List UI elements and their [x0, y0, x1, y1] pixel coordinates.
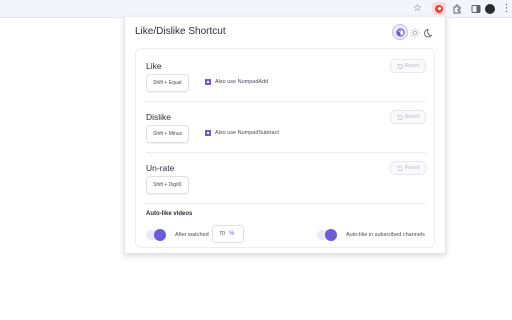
reset-icon: [397, 63, 403, 69]
star-icon[interactable]: ☆: [412, 3, 423, 14]
browser-toolbar: ☆ ⋮: [0, 0, 512, 18]
more-vert-icon[interactable]: ⋮: [501, 3, 512, 14]
side-panel-icon[interactable]: [470, 3, 481, 14]
theme-mode-switcher: [392, 24, 436, 40]
percent-value: 70: [219, 231, 226, 237]
extension-popup: Like/Dislike Shortcut Like Reset Shift +…: [124, 17, 446, 254]
moon-icon[interactable]: [423, 26, 435, 38]
dislike-shortcut-input[interactable]: Shift + Minus: [146, 125, 190, 143]
popup-title: Like/Dislike Shortcut: [135, 26, 226, 37]
like-reset-button[interactable]: Reset: [390, 59, 426, 73]
after-watched-toggle[interactable]: [146, 229, 166, 241]
auto-like-title: Auto-like videos: [146, 211, 193, 217]
like-shortcut-input[interactable]: Shift + Equal: [146, 74, 189, 92]
after-watched-label: After watched: [175, 232, 209, 238]
subscribed-toggle[interactable]: [317, 229, 337, 241]
toggle-knob: [154, 229, 166, 241]
unrate-reset-button[interactable]: Reset: [390, 161, 426, 175]
subscribed-label: Auto-like in subscribed channels: [346, 232, 425, 238]
dislike-numpad-label: Also use NumpadSubtract: [215, 130, 279, 136]
toggle-knob: [325, 229, 337, 241]
divider: [146, 152, 426, 153]
like-reset-label: Reset: [404, 63, 420, 69]
like-numpad-option[interactable]: Also use NumpadAdd: [205, 79, 268, 85]
percent-input[interactable]: 70 %: [212, 225, 244, 243]
divider: [146, 101, 426, 102]
unrate-title: Un-rate: [146, 163, 175, 173]
dislike-reset-label: Reset: [404, 114, 420, 120]
dislike-reset-button[interactable]: Reset: [390, 110, 426, 124]
dislike-title: Dislike: [146, 112, 172, 122]
reset-icon: [397, 114, 403, 120]
sun-icon[interactable]: [409, 26, 421, 38]
avatar-icon[interactable]: [484, 3, 495, 14]
percent-unit: %: [229, 231, 235, 237]
extension-active-icon[interactable]: [432, 2, 446, 15]
unrate-shortcut-input[interactable]: Shift + Digit0: [146, 176, 189, 194]
reset-icon: [397, 165, 403, 171]
puzzle-icon[interactable]: [451, 3, 462, 14]
divider: [146, 203, 426, 204]
like-numpad-label: Also use NumpadAdd: [215, 79, 269, 85]
like-title: Like: [146, 61, 162, 71]
unrate-reset-label: Reset: [404, 165, 420, 171]
dislike-numpad-option[interactable]: Also use NumpadSubtract: [205, 130, 279, 136]
auto-theme-button[interactable]: [392, 24, 408, 40]
settings-card: Like Reset Shift + Equal Also use Numpad…: [135, 48, 435, 248]
like-numpad-checkbox[interactable]: [205, 79, 211, 85]
dislike-numpad-checkbox[interactable]: [205, 130, 211, 136]
auto-mode-icon: [395, 27, 405, 37]
